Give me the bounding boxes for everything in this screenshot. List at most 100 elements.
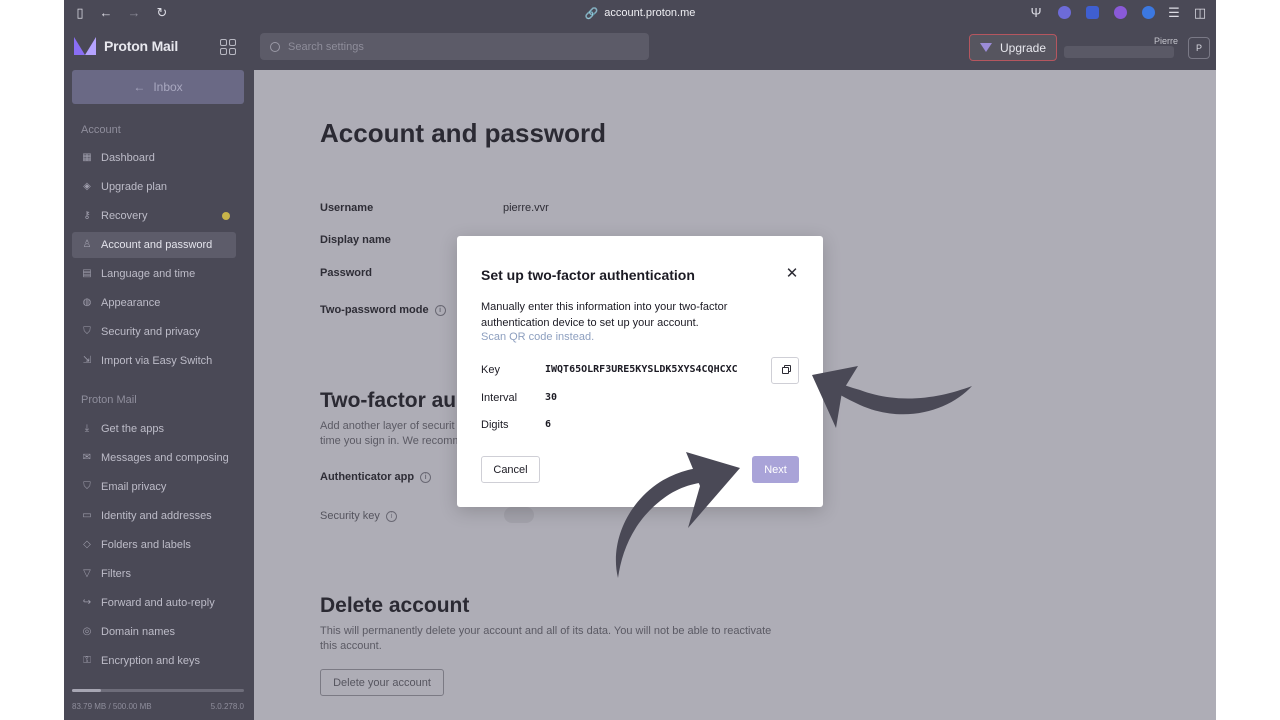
reader-icon[interactable]: ☰ xyxy=(1166,5,1182,21)
search-input[interactable]: Search settings xyxy=(260,33,649,60)
sidebar-item-filters[interactable]: ▽ Filters xyxy=(72,561,236,587)
sidebar-item-label: Security and privacy xyxy=(101,326,201,338)
sidebar-item-encryption-and-keys[interactable]: ⚿ Encryption and keys xyxy=(72,648,236,674)
envelope-icon: ✉ xyxy=(82,452,92,463)
download-icon: ⤓ xyxy=(84,423,90,434)
twofa-description: Add another layer of securit time you si… xyxy=(320,419,462,449)
copy-key-button[interactable] xyxy=(771,357,799,384)
sidebar-item-upgrade-plan[interactable]: ◈ Upgrade plan xyxy=(72,174,236,200)
delete-desc-line1: This will permanently delete your accoun… xyxy=(320,625,772,637)
security-key-text: Security key xyxy=(320,510,380,522)
scan-qr-link[interactable]: Scan QR code instead. xyxy=(481,331,594,343)
proton-logo-icon xyxy=(74,37,96,55)
security-key-label: Security key i xyxy=(320,510,397,522)
sidebar-item-label: Upgrade plan xyxy=(101,181,168,193)
apps-grid-icon[interactable] xyxy=(220,39,236,55)
sidebar-item-label: Folders and labels xyxy=(101,539,191,551)
authenticator-app-label: Authenticator app i xyxy=(320,471,432,483)
sidebar-item-messages-and-composing[interactable]: ✉ Messages and composing xyxy=(72,445,236,471)
globe-icon: ◎ xyxy=(82,626,92,637)
twofa-desc-line2: time you sign in. We recomm xyxy=(320,435,462,447)
sidebar: ← Inbox Account ▦ Dashboard ◈ Upgrade plan ⚷ R… xyxy=(64,70,254,720)
security-key-toggle[interactable] xyxy=(504,507,534,523)
sidebar-item-label: Get the apps xyxy=(101,423,164,435)
palette-icon: ◍ xyxy=(82,297,92,308)
delete-account-button[interactable]: Delete your account xyxy=(320,669,444,696)
delete-desc-line2: this account. xyxy=(320,640,382,652)
extension-proton-icon[interactable] xyxy=(1114,6,1127,19)
browser-toolbar: ▯ ← → ↻ 🔗 account.proton.me Ψ ☰ ◫ xyxy=(64,0,1216,26)
info-icon[interactable]: i xyxy=(420,471,432,483)
two-password-mode-label: Two-password mode i xyxy=(320,304,446,316)
storage-bar xyxy=(72,689,244,692)
sidebar-item-language-and-time[interactable]: ▤ Language and time xyxy=(72,261,236,287)
close-icon[interactable]: ✕ xyxy=(784,266,800,282)
avatar[interactable]: P xyxy=(1188,37,1210,59)
search-icon xyxy=(270,41,280,52)
app-version: 5.0.278.0 xyxy=(210,702,244,711)
sidebar-item-security-and-privacy[interactable]: ⛉ Security and privacy xyxy=(72,319,236,345)
sidebar-item-forward-and-auto-reply[interactable]: ↪ Forward and auto-reply xyxy=(72,590,236,616)
arrow-left-icon: ← xyxy=(133,80,146,94)
extension-trident-icon[interactable]: Ψ xyxy=(1028,5,1044,21)
digits-label: Digits xyxy=(481,419,509,431)
extension-shield-icon[interactable] xyxy=(1086,6,1099,19)
sidebar-item-import-via-easy-switch[interactable]: ⇲ Import via Easy Switch xyxy=(72,348,236,374)
back-to-inbox-button[interactable]: ← Inbox xyxy=(72,70,244,104)
info-icon[interactable]: i xyxy=(385,510,397,522)
display-name-label: Display name xyxy=(320,234,391,246)
sidebar-item-label: Dashboard xyxy=(101,152,155,164)
authenticator-app-text: Authenticator app xyxy=(320,471,415,483)
cancel-button[interactable]: Cancel xyxy=(481,456,540,483)
modal-desc-line1: Manually enter this information into you… xyxy=(481,301,728,313)
username-label: Username xyxy=(320,202,374,214)
key-value: IWQT65OLRF3URE5KYSLDK5XYS4CQHCXC xyxy=(545,364,738,375)
upgrade-button[interactable]: Upgrade xyxy=(969,34,1057,61)
modal-title: Set up two-factor authentication xyxy=(481,267,695,283)
upgrade-label: Upgrade xyxy=(999,40,1047,55)
brand[interactable]: Proton Mail xyxy=(74,37,178,55)
interval-label: Interval xyxy=(481,392,518,404)
sidebar-section-label: Account xyxy=(81,124,121,136)
sidebar-item-label: Encryption and keys xyxy=(101,655,201,667)
shield-icon: ⛉ xyxy=(83,481,91,492)
sidebar-item-account-and-password[interactable]: ♙ Account and password xyxy=(72,232,236,258)
key-label: Key xyxy=(481,364,500,376)
sidebar-section-label: Proton Mail xyxy=(81,394,137,406)
filter-icon: ▽ xyxy=(83,568,91,579)
split-view-icon[interactable]: ◫ xyxy=(1192,5,1208,21)
inbox-label: Inbox xyxy=(153,80,183,94)
modal-description: Manually enter this information into you… xyxy=(481,299,781,331)
user-icon: ♙ xyxy=(82,239,92,250)
key-icon: ⚷ xyxy=(83,210,91,221)
sidebar-item-label: Email privacy xyxy=(101,481,167,493)
next-button[interactable]: Next xyxy=(752,456,799,483)
sidebar-item-label: Import via Easy Switch xyxy=(101,355,213,367)
sidebar-item-dashboard[interactable]: ▦ Dashboard xyxy=(72,145,236,171)
extension-blue-icon[interactable] xyxy=(1142,6,1155,19)
extension-circle-icon[interactable] xyxy=(1058,6,1071,19)
gem-icon xyxy=(979,43,992,52)
url-text: account.proton.me xyxy=(604,7,696,19)
sidebar-item-get-the-apps[interactable]: ⤓ Get the apps xyxy=(72,416,236,442)
recovery-warning-dot xyxy=(222,212,230,220)
sidebar-item-label: Domain names xyxy=(101,626,175,638)
sidebar-item-recovery[interactable]: ⚷ Recovery xyxy=(72,203,236,229)
delete-account-title: Delete account xyxy=(320,594,470,617)
sidebar-item-identity-and-addresses[interactable]: ▭ Identity and addresses xyxy=(72,503,236,529)
sidebar-item-email-privacy[interactable]: ⛉ Email privacy xyxy=(72,474,236,500)
info-icon[interactable]: i xyxy=(434,304,446,316)
sidebar-item-domain-names[interactable]: ◎ Domain names xyxy=(72,619,236,645)
sidebar-item-label: Filters xyxy=(101,568,131,580)
shield-icon: ⛉ xyxy=(83,326,91,337)
search-placeholder: Search settings xyxy=(288,40,364,53)
twofa-section-title: Two-factor au xyxy=(320,389,457,412)
twofa-desc-line1: Add another layer of securit xyxy=(320,420,455,432)
import-icon: ⇲ xyxy=(82,355,92,366)
storage-bar-fill xyxy=(72,689,102,692)
language-icon: ▤ xyxy=(82,268,92,279)
link-icon: 🔗 xyxy=(584,7,599,20)
sidebar-item-appearance[interactable]: ◍ Appearance xyxy=(72,290,236,316)
sidebar-item-folders-and-labels[interactable]: ◇ Folders and labels xyxy=(72,532,236,558)
upgrade-icon: ◈ xyxy=(83,181,91,192)
